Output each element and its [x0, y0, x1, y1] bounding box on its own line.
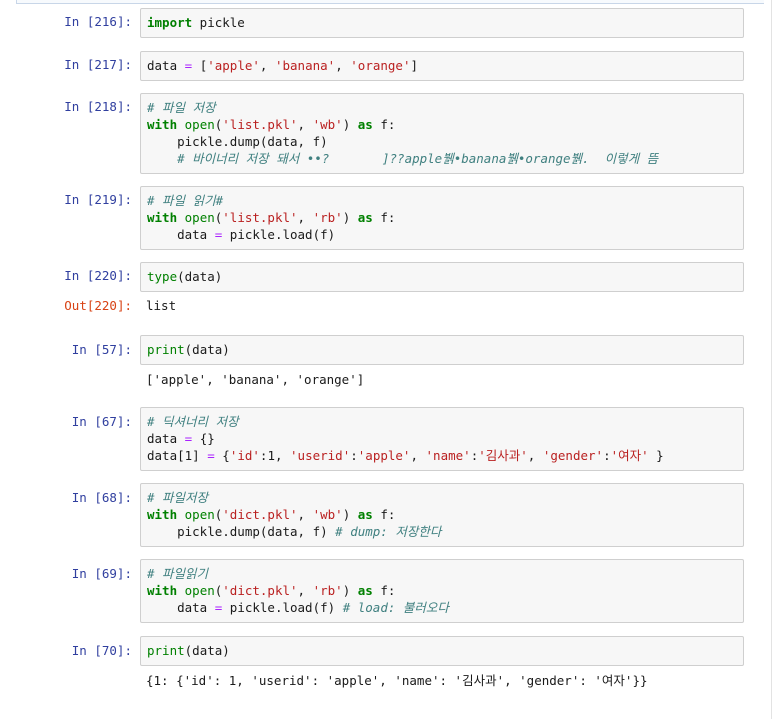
code-cell-input[interactable]: print(data) — [140, 636, 744, 666]
module-name: pickle — [192, 15, 245, 30]
code-cell-input[interactable]: print(data) — [140, 335, 744, 365]
code-cell-input[interactable]: # 파일 저장 with open('list.pkl', 'wb') as f… — [140, 93, 744, 174]
code-text[interactable]: # 파일 저장 with open('list.pkl', 'wb') as f… — [141, 94, 743, 172]
input-prompt: In [216]: — [64, 14, 132, 29]
code-cell-input[interactable]: type(data) — [140, 262, 744, 292]
code-cell-input[interactable]: # 파일저장 with open('dict.pkl', 'wb') as f:… — [140, 483, 744, 547]
keyword-import: import — [147, 15, 193, 30]
code-text[interactable]: # 딕셔너리 저장 data = {} data[1] = {'id':1, '… — [141, 408, 743, 469]
code-cell-input[interactable]: data = ['apple', 'banana', 'orange'] — [140, 51, 744, 81]
input-prompt: In [220]: — [64, 268, 132, 283]
input-prompt: In [68]: — [71, 490, 132, 505]
code-text[interactable]: print(data) — [141, 336, 743, 363]
code-cell-input[interactable]: # 파일읽기 with open('dict.pkl', 'rb') as f:… — [140, 559, 744, 623]
code-text[interactable]: # 파일읽기 with open('dict.pkl', 'rb') as f:… — [141, 560, 743, 621]
code-text[interactable]: # 파일 읽기# with open('list.pkl', 'rb') as … — [141, 187, 743, 248]
cell-output: list — [146, 298, 177, 313]
output-prompt: Out[220]: — [64, 298, 132, 313]
code-text[interactable]: import pickle — [141, 9, 743, 36]
notebook: In [216]: import pickle In [217]: data =… — [0, 0, 772, 719]
input-prompt: In [69]: — [71, 566, 132, 581]
code-cell-input[interactable]: # 딕셔너리 저장 data = {} data[1] = {'id':1, '… — [140, 407, 744, 471]
input-prompt: In [217]: — [64, 57, 132, 72]
input-prompt: In [70]: — [71, 643, 132, 658]
cell-output: ['apple', 'banana', 'orange'] — [146, 372, 365, 387]
cell-output: {1: {'id': 1, 'userid': 'apple', 'name':… — [146, 673, 648, 688]
input-prompt: In [57]: — [71, 342, 132, 357]
code-text[interactable]: print(data) — [141, 637, 743, 664]
code-text[interactable]: # 파일저장 with open('dict.pkl', 'wb') as f:… — [141, 484, 743, 545]
input-prompt: In [67]: — [71, 414, 132, 429]
code-text[interactable]: type(data) — [141, 263, 743, 290]
code-text[interactable]: data = ['apple', 'banana', 'orange'] — [141, 52, 743, 79]
input-prompt: In [218]: — [64, 99, 132, 114]
code-cell-input[interactable]: # 파일 읽기# with open('list.pkl', 'rb') as … — [140, 186, 744, 250]
code-cell-input[interactable]: import pickle — [140, 8, 744, 38]
input-prompt: In [219]: — [64, 192, 132, 207]
previous-cell-edge — [16, 0, 764, 4]
